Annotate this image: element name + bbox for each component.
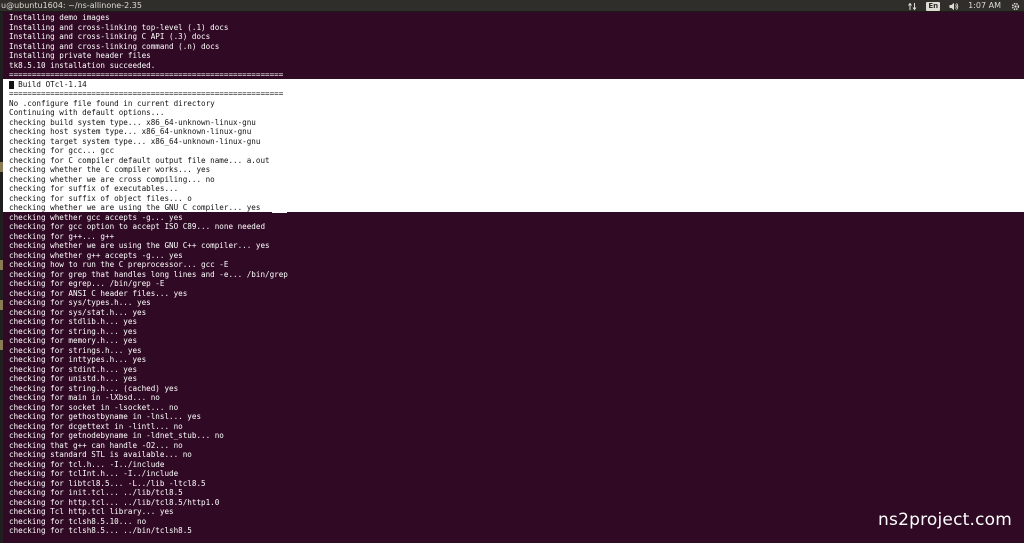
terminal-line: checking whether we are using the GNU C+…: [9, 241, 270, 250]
terminal-line: checking for tcl.h... -I../include: [9, 459, 165, 469]
terminal-line: Continuing with default options...: [9, 108, 165, 117]
terminal-line: checking for gcc option to accept ISO C8…: [9, 222, 266, 231]
gear-icon[interactable]: [1011, 0, 1020, 12]
terminal-line: checking whether the C compiler works...…: [9, 165, 211, 174]
terminal-line: Installing private header files: [9, 51, 151, 60]
terminal-line: checking for C compiler default output f…: [9, 155, 270, 165]
terminal-line: checking for string.h... yes: [9, 326, 138, 336]
text-selection-highlight-tail: [272, 203, 287, 213]
terminal-line: checking for gethostbyname in -lnsl... y…: [9, 412, 202, 421]
terminal-line: checking for main in -lXbsd... no: [9, 393, 160, 402]
volume-icon[interactable]: [949, 0, 959, 12]
terminal-line: Installing and cross-linking command (.n…: [9, 41, 220, 51]
terminal-line: checking target system type... x86_64-un…: [9, 136, 261, 146]
terminal-line: checking for suffix of object files... o: [9, 193, 192, 203]
terminal-line: Installing and cross-linking C API (.3) …: [9, 32, 211, 41]
terminal-line: checking that g++ can handle -O2... no: [9, 440, 183, 450]
terminal-line: checking whether gcc accepts -g... yes: [9, 212, 183, 222]
terminal-line: No .configure file found in current dire…: [9, 98, 215, 108]
launcher-edge[interactable]: [0, 12, 3, 543]
terminal-line: checking Tcl http.tcl library... yes: [9, 507, 174, 516]
terminal-line: checking host system type... x86_64-unkn…: [9, 127, 252, 136]
terminal-line: checking for getnodebyname in -ldnet_stu…: [9, 431, 224, 440]
terminal-line: ========================================…: [9, 89, 284, 98]
network-updown-icon[interactable]: [908, 0, 917, 12]
terminal-line: checking for sys/stat.h... yes: [9, 307, 147, 317]
indicator-area: En 1:07 AM: [908, 0, 1024, 12]
language-label: En: [926, 1, 941, 11]
terminal-line: checking whether we are cross compiling.…: [9, 174, 215, 184]
terminal-line: checking for g++... g++: [9, 231, 115, 241]
terminal-line: checking for unistd.h... yes: [9, 374, 138, 383]
terminal-line: checking whether g++ accepts -g... yes: [9, 250, 183, 260]
terminal-line: checking for ANSI C header files... yes: [9, 288, 188, 298]
clock[interactable]: 1:07 AM: [968, 0, 1001, 12]
terminal-line: checking for stdint.h... yes: [9, 364, 138, 374]
terminal-line: checking for tclInt.h... -I../include: [9, 469, 179, 478]
terminal-line: checking for string.h... (cached) yes: [9, 383, 179, 393]
terminal-line: checking for memory.h... yes: [9, 336, 138, 345]
launcher-indicator: [0, 162, 3, 172]
terminal-line: checking for gcc... gcc: [9, 146, 115, 155]
terminal-line: checking for suffix of executables...: [9, 184, 179, 193]
terminal-line: Build OTcl-1.14: [9, 79, 87, 89]
launcher-indicator: [0, 260, 3, 270]
terminal-line: ========================================…: [9, 70, 284, 79]
terminal-line: checking build system type... x86_64-unk…: [9, 117, 256, 127]
terminal-area[interactable]: Installing demo images Installing and cro…: [0, 12, 1024, 543]
terminal-line: checking for tclsh8.5... ../bin/tclsh8.5: [9, 526, 192, 535]
terminal-line: tk8.5.10 installation succeeded.: [9, 60, 156, 70]
top-panel: u@ubuntu1604: ~/ns-allinone-2.35 En 1:07…: [0, 0, 1024, 12]
terminal-line: checking for inttypes.h... yes: [9, 355, 147, 364]
launcher-indicator: [0, 340, 3, 350]
watermark-text: ns2project.com: [878, 510, 1012, 530]
launcher-indicator: [0, 300, 3, 310]
terminal-line: checking for dcgettext in -lintl... no: [9, 421, 183, 431]
terminal-line: checking for http.tcl... ../lib/tcl8.5/h…: [9, 497, 220, 507]
terminal-line: checking whether we are using the GNU C …: [9, 203, 261, 212]
window-title: u@ubuntu1604: ~/ns-allinone-2.35: [1, 1, 142, 10]
terminal-line: checking for sys/types.h... yes: [9, 298, 151, 307]
language-indicator[interactable]: En: [926, 0, 941, 12]
terminal-line: checking for stdlib.h... yes: [9, 317, 138, 326]
terminal-line: checking for strings.h... yes: [9, 345, 142, 355]
terminal-line: checking for libtcl8.5... -L../lib -ltcl…: [9, 478, 206, 488]
terminal-line: checking for socket in -lsocket... no: [9, 402, 179, 412]
terminal-line: checking how to run the C preprocessor..…: [9, 260, 229, 269]
terminal-line: Installing demo images: [9, 13, 110, 22]
terminal-line: checking for egrep... /bin/grep -E: [9, 279, 165, 288]
terminal-line: Installing and cross-linking top-level (…: [9, 22, 229, 32]
terminal-line: checking standard STL is available... no: [9, 450, 192, 459]
terminal-line: checking for init.tcl... ../lib/tcl8.5: [9, 488, 183, 497]
terminal-line: checking for grep that handles long line…: [9, 269, 288, 279]
terminal-line: checking for tclsh8.5.10... no: [9, 516, 147, 526]
